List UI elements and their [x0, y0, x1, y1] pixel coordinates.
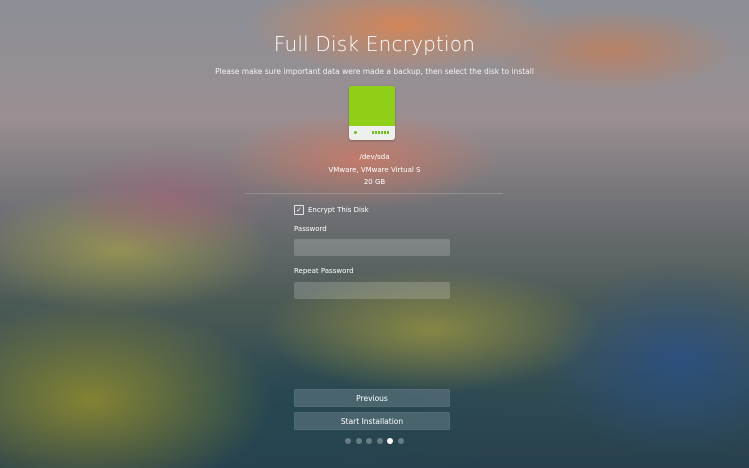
- installer-screen: Full Disk Encryption Please make sure im…: [0, 0, 749, 468]
- step-dot: [376, 438, 383, 444]
- disk-info: /dev/sda VMware, VMware Virtual S 20 GB: [0, 151, 749, 189]
- start-installation-button[interactable]: Start Installation: [294, 412, 450, 430]
- page-subtitle: Please make sure important data were mad…: [215, 67, 534, 76]
- password-label: Password: [294, 225, 327, 233]
- encrypt-disk-checkbox[interactable]: ✓: [294, 205, 304, 215]
- step-dot: [345, 438, 352, 444]
- disk-activity-lights-icon: [372, 131, 389, 134]
- step-dot: [397, 438, 404, 444]
- password-input[interactable]: [294, 239, 450, 256]
- disk-size: 20 GB: [363, 178, 386, 186]
- disk-led-icon: [354, 131, 357, 134]
- previous-button[interactable]: Previous: [294, 389, 450, 407]
- page-title: Full Disk Encryption: [273, 32, 476, 56]
- installer-content: Full Disk Encryption Please make sure im…: [0, 0, 749, 468]
- disk-icon-body: [349, 86, 395, 126]
- disk-model: VMware, VMware Virtual S: [328, 165, 421, 174]
- step-dot: [355, 438, 362, 444]
- repeat-password-input[interactable]: [294, 282, 450, 299]
- disk-icon-base: [349, 126, 395, 140]
- encrypt-disk-label[interactable]: Encrypt This Disk: [308, 206, 369, 214]
- step-dot: [387, 438, 394, 444]
- encrypt-disk-checkbox-row[interactable]: ✓ Encrypt This Disk: [294, 205, 369, 215]
- repeat-password-label: Repeat Password: [294, 267, 354, 275]
- step-dot: [366, 438, 373, 444]
- divider: [245, 193, 503, 194]
- disk-device: /dev/sda: [359, 153, 390, 161]
- hard-disk-icon[interactable]: [349, 86, 395, 140]
- checkmark-icon: ✓: [296, 206, 302, 214]
- step-indicator: [0, 438, 749, 444]
